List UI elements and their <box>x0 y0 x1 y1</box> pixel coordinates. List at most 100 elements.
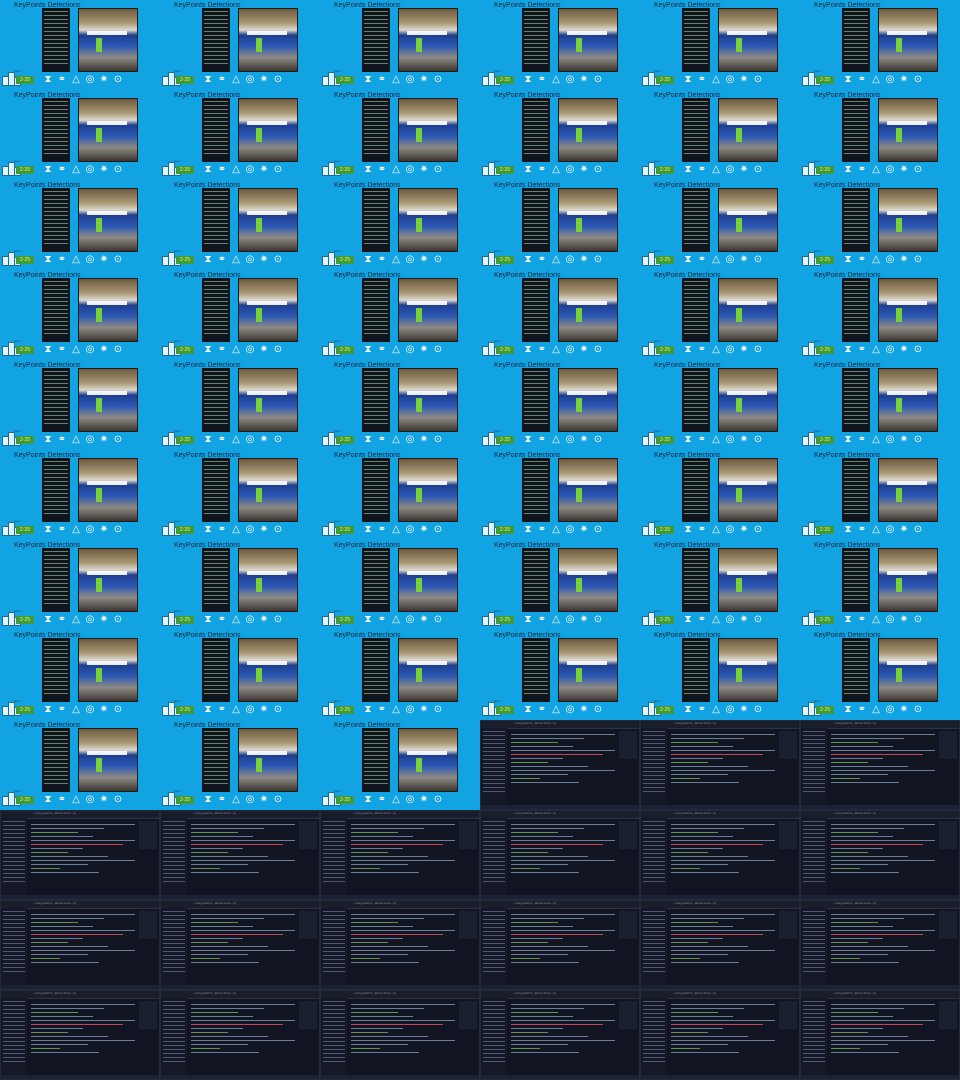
hourglass-icon: ⧗ <box>524 344 532 355</box>
logo-text: 2·25 <box>336 76 354 84</box>
link-icon: ⚭ <box>537 344 547 355</box>
slide-icon-row: ⧗ ⚭ △ ◎ ✷ ⊙ <box>522 344 604 356</box>
keypoint-photo <box>78 98 138 162</box>
keypoint-photo <box>558 368 618 432</box>
hourglass-icon: ⧗ <box>44 614 52 625</box>
file-path: ~/keypoints_detection.py <box>193 812 237 815</box>
logo: 2·25 <box>802 72 838 86</box>
code-area <box>831 1001 935 1071</box>
file-tree <box>481 908 507 989</box>
slide-thumbnail: KeyPoints Detections https:// 2·25 ⧗ ⚭ △ ◎ ✷… <box>320 540 480 630</box>
file-tree <box>161 998 187 1079</box>
triangle-icon: △ <box>872 74 880 85</box>
outline-panel <box>779 731 797 759</box>
keypoint-photo <box>238 728 298 792</box>
terminal-preview <box>522 638 550 702</box>
status-bar <box>801 1075 959 1079</box>
target-icon: ◎ <box>885 344 895 355</box>
terminal-preview <box>362 278 390 342</box>
code-editor-frame: ~/keypoints_detection.py <box>0 810 160 900</box>
status-bar <box>641 1075 799 1079</box>
gear-icon: ✷ <box>419 254 429 265</box>
slide-thumbnail: KeyPoints Detections https:// 2·25 ⧗ ⚭ △ ◎ ✷… <box>0 630 160 720</box>
triangle-icon: △ <box>72 344 80 355</box>
eye-icon: ⊙ <box>753 704 763 715</box>
status-bar <box>481 1075 639 1079</box>
target-icon: ◎ <box>725 704 735 715</box>
target-icon: ◎ <box>245 74 255 85</box>
keypoint-photo <box>78 8 138 72</box>
triangle-icon: △ <box>712 614 720 625</box>
triangle-icon: △ <box>72 704 80 715</box>
logo: 2·25 <box>2 612 38 626</box>
logo: 2·25 <box>482 702 518 716</box>
outline-panel <box>939 821 957 849</box>
link-icon: ⚭ <box>537 434 547 445</box>
eye-icon: ⊙ <box>433 434 443 445</box>
code-area <box>511 821 615 891</box>
status-bar <box>1 895 159 899</box>
hourglass-icon: ⧗ <box>364 254 372 265</box>
hourglass-icon: ⧗ <box>44 434 52 445</box>
gear-icon: ✷ <box>579 164 589 175</box>
hourglass-icon: ⧗ <box>684 614 692 625</box>
triangle-icon: △ <box>712 344 720 355</box>
logo-text: 2·25 <box>656 616 674 624</box>
eye-icon: ⊙ <box>113 704 123 715</box>
slide-icon-row: ⧗ ⚭ △ ◎ ✷ ⊙ <box>682 344 764 356</box>
slide-thumbnail: KeyPoints Detections https:// 2·25 ⧗ ⚭ △ ◎ ✷… <box>160 180 320 270</box>
keypoint-photo <box>78 638 138 702</box>
outline-panel <box>619 731 637 759</box>
slide-thumbnail: KeyPoints Detections https:// 2·25 ⧗ ⚭ △ ◎ ✷… <box>800 0 960 90</box>
logo-text: 2·25 <box>656 76 674 84</box>
slide-thumbnail: KeyPoints Detections https:// 2·25 ⧗ ⚭ △ ◎ ✷… <box>480 0 640 90</box>
terminal-preview <box>202 548 230 612</box>
code-area <box>831 911 935 981</box>
target-icon: ◎ <box>725 614 735 625</box>
target-icon: ◎ <box>565 524 575 535</box>
link-icon: ⚭ <box>857 164 867 175</box>
logo-text: 2·25 <box>176 346 194 354</box>
keypoint-photo <box>718 458 778 522</box>
slide-icon-row: ⧗ ⚭ △ ◎ ✷ ⊙ <box>842 344 924 356</box>
logo-text: 2·25 <box>816 616 834 624</box>
file-path: ~/keypoints_detection.py <box>353 902 397 905</box>
logo-text: 2·25 <box>816 256 834 264</box>
link-icon: ⚭ <box>217 164 227 175</box>
slide-thumbnail: KeyPoints Detections https:// 2·25 ⧗ ⚭ △ ◎ ✷… <box>320 450 480 540</box>
keypoint-photo <box>398 548 458 612</box>
gear-icon: ✷ <box>579 254 589 265</box>
link-icon: ⚭ <box>537 614 547 625</box>
keypoint-photo <box>398 98 458 162</box>
logo-text: 2·25 <box>16 256 34 264</box>
target-icon: ◎ <box>245 704 255 715</box>
logo: 2·25 <box>2 342 38 356</box>
logo: 2·25 <box>322 342 358 356</box>
triangle-icon: △ <box>872 164 880 175</box>
hourglass-icon: ⧗ <box>44 794 52 805</box>
logo-text: 2·25 <box>656 526 674 534</box>
triangle-icon: △ <box>552 434 560 445</box>
triangle-icon: △ <box>392 434 400 445</box>
logo-text: 2·25 <box>816 706 834 714</box>
terminal-preview <box>842 8 870 72</box>
terminal-preview <box>362 728 390 792</box>
terminal-preview <box>842 638 870 702</box>
terminal-preview <box>682 278 710 342</box>
eye-icon: ⊙ <box>273 254 283 265</box>
eye-icon: ⊙ <box>273 74 283 85</box>
eye-icon: ⊙ <box>113 524 123 535</box>
keypoint-photo <box>398 728 458 792</box>
hourglass-icon: ⧗ <box>684 434 692 445</box>
gear-icon: ✷ <box>579 434 589 445</box>
target-icon: ◎ <box>85 704 95 715</box>
logo-text: 2·25 <box>496 526 514 534</box>
outline-panel <box>299 1001 317 1029</box>
triangle-icon: △ <box>392 344 400 355</box>
slide-icon-row: ⧗ ⚭ △ ◎ ✷ ⊙ <box>362 614 444 626</box>
hourglass-icon: ⧗ <box>684 164 692 175</box>
slide-thumbnail: KeyPoints Detections https:// 2·25 ⧗ ⚭ △ ◎ ✷… <box>320 180 480 270</box>
code-area <box>831 821 935 891</box>
slide-thumbnail: KeyPoints Detections https:// 2·25 ⧗ ⚭ △ ◎ ✷… <box>640 0 800 90</box>
target-icon: ◎ <box>245 254 255 265</box>
